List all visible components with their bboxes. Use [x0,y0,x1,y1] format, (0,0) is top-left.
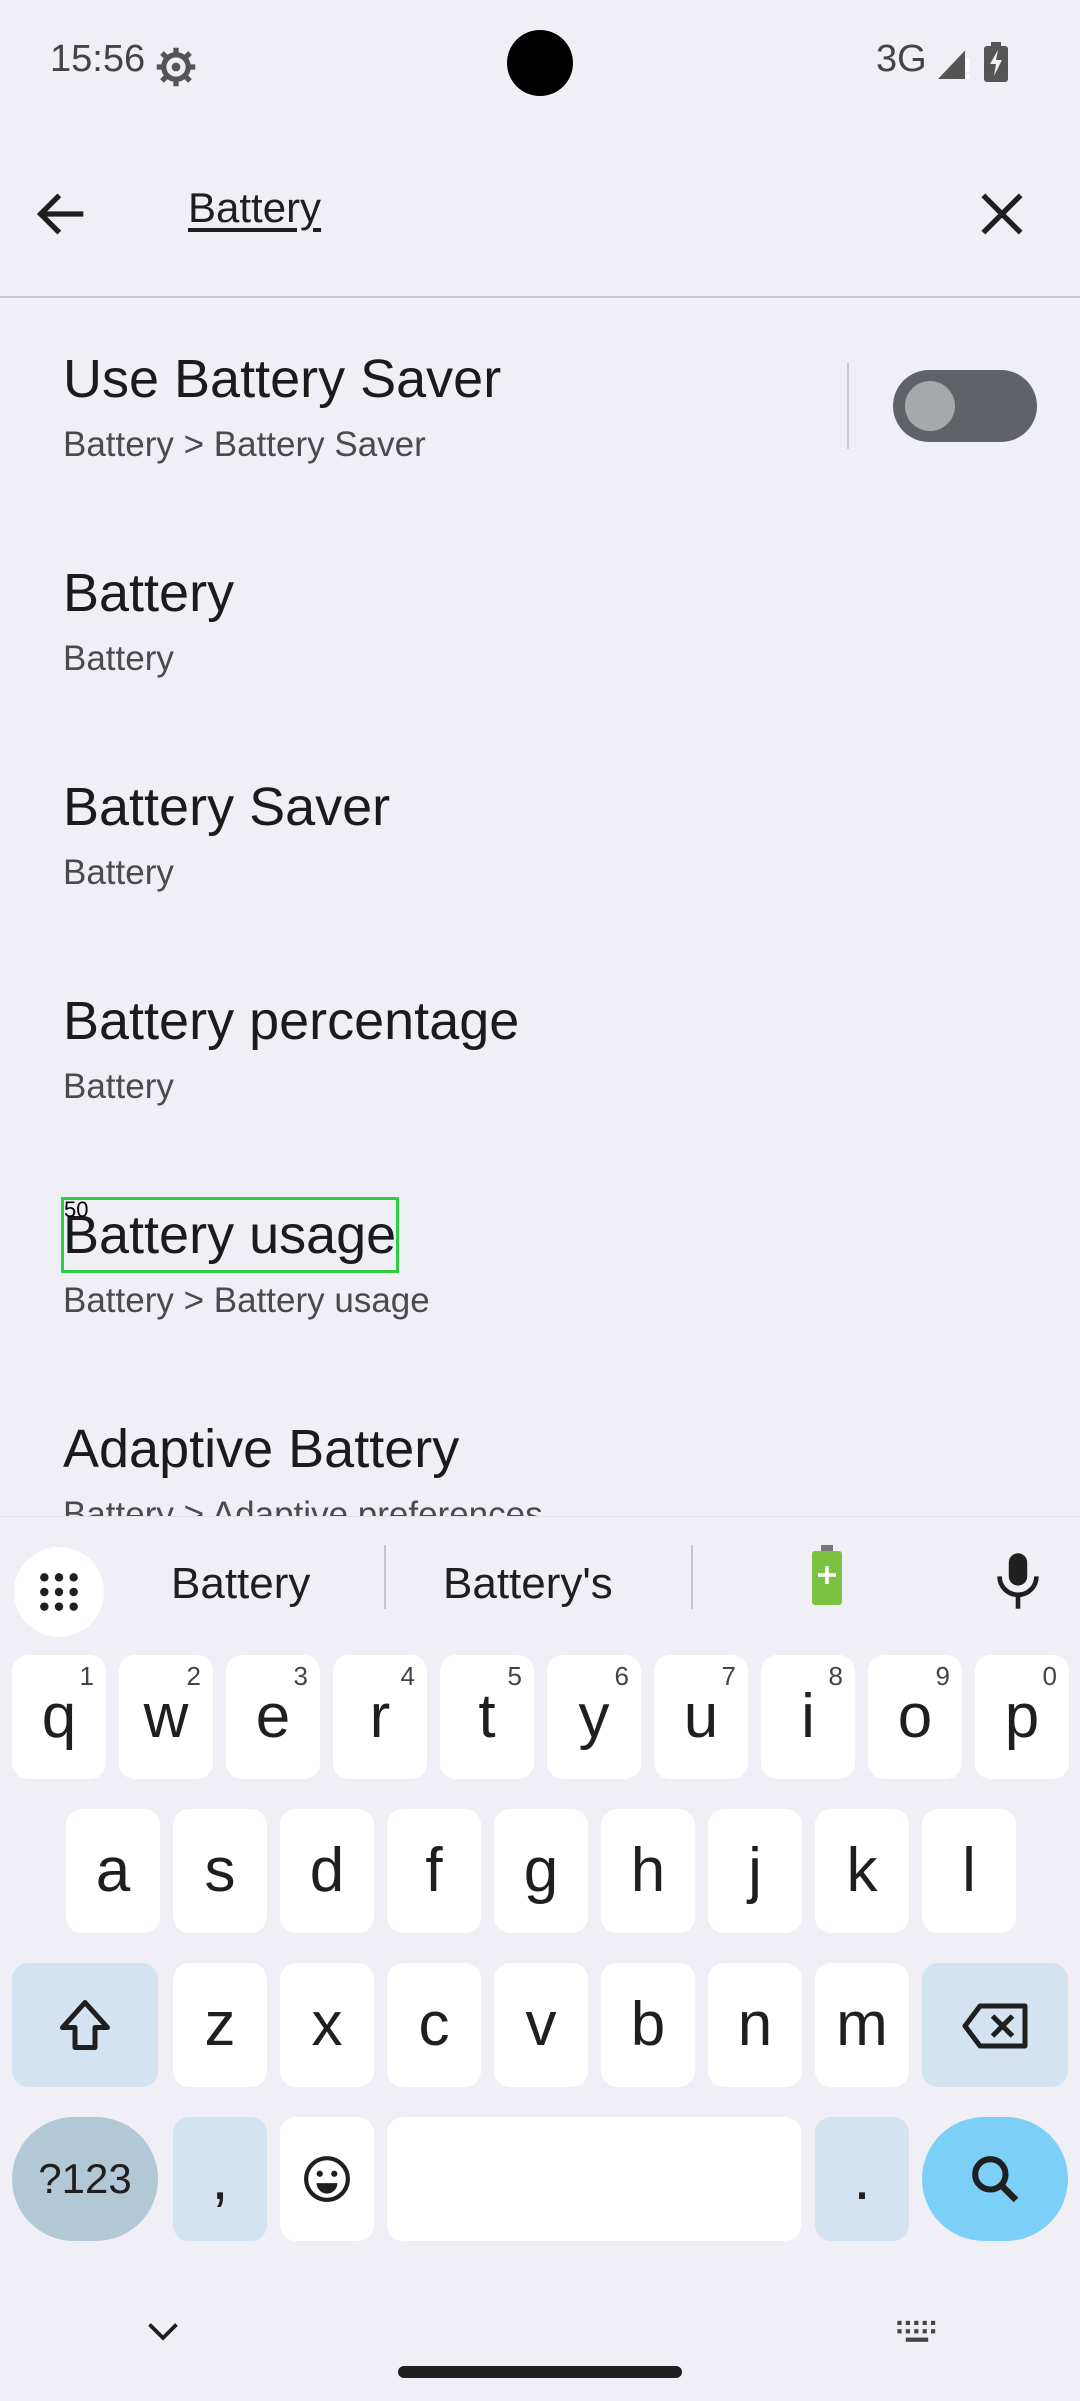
back-arrow-icon[interactable] [30,182,94,246]
emoji-icon [304,2156,350,2202]
result-subtitle: Battery [63,639,174,678]
result-subtitle: Battery > Battery usage [63,1281,430,1320]
key-c[interactable]: c [387,1963,481,2087]
result-item-battery[interactable]: Battery Battery [0,512,1080,726]
key-d[interactable]: d [280,1809,374,1933]
suggestion-1[interactable]: Battery [171,1559,310,1609]
key-h[interactable]: h [601,1809,695,1933]
key-l[interactable]: l [922,1809,1016,1933]
grid-icon [40,1573,78,1611]
result-subtitle: Battery [63,1067,174,1106]
key-g[interactable]: g [494,1809,588,1933]
search-results-list: Use Battery Saver Battery > Battery Save… [0,298,1080,1516]
shift-icon [60,2000,110,2050]
key-s[interactable]: s [173,1809,267,1933]
key-n[interactable]: n [708,1963,802,2087]
search-bar: Battery [0,130,1080,298]
key-p[interactable]: p0 [975,1655,1069,1779]
key-r[interactable]: r4 [333,1655,427,1779]
shift-key[interactable] [12,1963,158,2087]
result-subtitle: Battery > Adaptive preferences [63,1495,543,1516]
key-w[interactable]: w2 [119,1655,213,1779]
result-item-adaptive-battery[interactable]: Adaptive Battery Battery > Adaptive pref… [0,1368,1080,1516]
key-u[interactable]: u7 [654,1655,748,1779]
home-gesture-handle[interactable] [398,2366,682,2378]
key-z[interactable]: z [173,1963,267,2087]
key-y[interactable]: y6 [547,1655,641,1779]
status-bar: 15:56 3G [0,0,1080,130]
key-i[interactable]: i8 [761,1655,855,1779]
suggestion-2[interactable]: Battery's [443,1559,613,1609]
key-x[interactable]: x [280,1963,374,2087]
highlight-box [61,1197,399,1273]
search-button[interactable] [922,2117,1068,2241]
space-key[interactable] [387,2117,801,2241]
search-icon [972,2156,1019,2203]
key-q[interactable]: q1 [12,1655,106,1779]
result-title: Adaptive Battery [63,1419,460,1479]
emoji-key[interactable] [280,2117,374,2241]
key-b[interactable]: b [601,1963,695,2087]
key-t[interactable]: t5 [440,1655,534,1779]
result-title: Battery percentage [63,991,520,1051]
search-input[interactable]: Battery [188,184,321,232]
backspace-icon [962,2003,1028,2049]
suggestion-divider [384,1545,386,1609]
battery-emoji-icon[interactable] [812,1545,842,1605]
result-item-use-battery-saver[interactable]: Use Battery Saver Battery > Battery Save… [0,298,1080,512]
divider [847,363,849,449]
navigation-bar [0,2260,1080,2400]
suggestion-strip: Battery Battery's [0,1517,1080,1637]
key-o[interactable]: o9 [868,1655,962,1779]
result-subtitle: Battery > Battery Saver [63,425,426,464]
close-icon[interactable] [970,182,1034,246]
result-subtitle: Battery [63,853,174,892]
battery-charging-icon [984,42,1008,82]
keyboard-switch-icon[interactable] [895,2318,939,2346]
result-title: Use Battery Saver [63,349,502,409]
status-time: 15:56 [50,38,146,80]
chevron-down-icon[interactable] [145,2320,181,2344]
key-m[interactable]: m [815,1963,909,2087]
microphone-icon[interactable] [990,1551,1046,1611]
result-title: Battery Saver [63,777,391,837]
settings-gear-icon [156,47,196,87]
backspace-key[interactable] [922,1963,1068,2087]
network-type: 3G [876,38,927,80]
highlight-label: 50 [64,1197,89,1222]
key-e[interactable]: e3 [226,1655,320,1779]
result-title: Battery [63,563,235,623]
suggestion-divider [691,1545,693,1609]
result-item-battery-saver[interactable]: Battery Saver Battery [0,726,1080,940]
symbols-key[interactable]: ?123 [12,2117,158,2241]
period-key[interactable]: . [815,2117,909,2241]
result-item-battery-percentage[interactable]: Battery percentage Battery [0,940,1080,1154]
key-f[interactable]: f [387,1809,481,1933]
key-j[interactable]: j [708,1809,802,1933]
toggle-knob [905,381,955,431]
key-k[interactable]: k [815,1809,909,1933]
signal-icon [938,50,970,79]
battery-saver-toggle[interactable] [893,370,1037,442]
camera-cutout [507,30,573,96]
key-a[interactable]: a [66,1809,160,1933]
comma-key[interactable]: , [173,2117,267,2241]
key-v[interactable]: v [494,1963,588,2087]
keyboard-apps-button[interactable] [14,1547,104,1637]
